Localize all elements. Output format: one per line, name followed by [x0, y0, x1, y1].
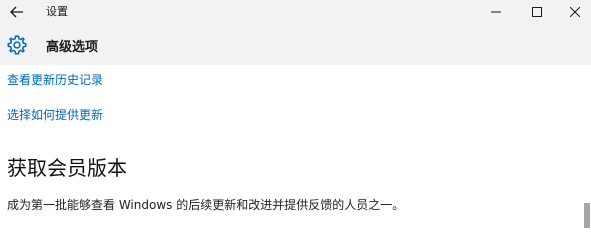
gear-icon	[7, 35, 27, 55]
scrollbar[interactable]	[582, 65, 591, 228]
page-title: 高级选项	[46, 40, 99, 55]
title-bar: 设置	[0, 0, 591, 23]
back-button[interactable]	[0, 0, 34, 23]
section-heading: 获取会员版本	[7, 156, 127, 180]
close-button[interactable]	[555, 0, 591, 23]
content-area: 查看更新历史记录 选择如何提供更新 获取会员版本 成为第一批能够查看 Windo…	[0, 65, 591, 228]
window-title: 设置	[46, 5, 68, 18]
back-arrow-icon	[10, 6, 23, 17]
settings-window: 设置 高级选项 查看更新历史记录 选择如何提供更新 获取会员版本 成为第一批能够…	[0, 0, 591, 228]
choose-update-delivery-link[interactable]: 选择如何提供更新	[7, 106, 103, 123]
maximize-button[interactable]	[517, 0, 557, 23]
maximize-icon	[532, 6, 542, 17]
close-icon	[570, 6, 580, 17]
minimize-icon	[491, 11, 501, 12]
view-update-history-link[interactable]: 查看更新历史记录	[7, 71, 103, 88]
section-description: 成为第一批能够查看 Windows 的后续更新和改进并提供反馈的人员之一。	[7, 198, 405, 212]
minimize-button[interactable]	[476, 0, 516, 23]
scrollbar-thumb[interactable]	[584, 203, 590, 228]
page-header: 高级选项	[0, 23, 591, 65]
